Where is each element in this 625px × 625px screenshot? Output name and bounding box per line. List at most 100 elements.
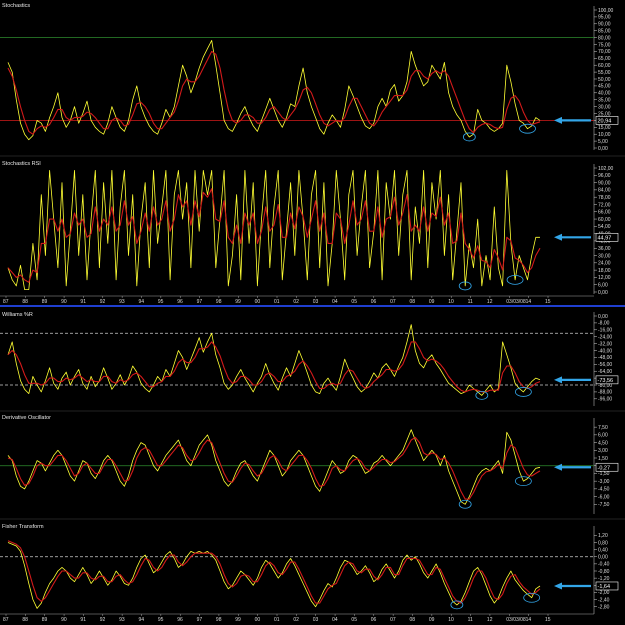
panel-title: Stochastics	[2, 3, 30, 9]
x-axis-bottom: 87 88 89 90 91 92 93 94 95 96 97 98 99 00 01 02 03 04 05 06…	[0, 613, 594, 623]
series-signal-line	[7, 436, 541, 500]
y-tick-label: 50,00	[598, 77, 611, 83]
y-tick-label: -2,80	[598, 604, 610, 610]
x-tick-label: 95	[158, 617, 164, 623]
y-tick-label: 78,00	[598, 195, 611, 201]
y-tick-label: -0,40	[598, 562, 610, 568]
y-tick-label: -7,50	[598, 502, 610, 508]
arrow-head-icon	[554, 116, 562, 124]
last-value-label: -0,27	[598, 465, 611, 471]
x-tick-label: 03/03/08	[506, 617, 526, 623]
y-tick-label: 65,00	[598, 56, 611, 62]
y-tick-label: 18,00	[598, 268, 611, 274]
y-tick-label: 60,00	[598, 63, 611, 69]
y-tick-label: 0,00	[598, 314, 608, 320]
y-tick-label: 1,20	[598, 533, 608, 539]
arrow-head-icon	[554, 376, 562, 384]
panel-title: Derivative Oscillator	[2, 415, 51, 421]
x-tick-label: 95	[158, 299, 164, 305]
y-tick-label: 6,00	[598, 433, 608, 439]
x-tick-label: 05	[351, 299, 357, 305]
x-tick-label: 96	[177, 617, 183, 623]
y-tick-label: 7,50	[598, 425, 608, 431]
x-tick-label: 15	[545, 617, 551, 623]
last-value-label: 20,94	[598, 118, 612, 124]
y-tick-label: 55,00	[598, 70, 611, 76]
x-tick-label: 89	[42, 617, 48, 623]
x-tick-label: 96	[177, 299, 183, 305]
y-tick-label: -96,00	[598, 397, 612, 403]
x-tick-label: 06	[371, 299, 377, 305]
y-tick-label: -3,00	[598, 479, 610, 485]
x-tick-label: 88	[22, 299, 28, 305]
x-tick-label: 00	[255, 617, 261, 623]
y-tick-label: 60,00	[598, 217, 611, 223]
y-tick-label: 102,00	[598, 166, 614, 172]
y-tick-label: -88,00	[598, 390, 612, 396]
y-tick-label: -1,20	[598, 576, 610, 582]
chart-svg: Stochastics100,0095,0090,0085,0080,0075,…	[0, 3, 625, 623]
x-tick-label: 90	[61, 299, 67, 305]
y-tick-label: 36,00	[598, 246, 611, 252]
y-tick-label: 0,00	[598, 290, 608, 296]
x-tick-label: 88	[22, 617, 28, 623]
y-tick-label: 5,00	[598, 139, 608, 145]
x-tick-label: 03/03/08	[506, 299, 526, 305]
x-tick-label: 93	[119, 299, 125, 305]
x-tick-label: 98	[216, 617, 222, 623]
y-tick-label: 90,00	[598, 22, 611, 28]
y-tick-label: -16,00	[598, 328, 612, 334]
x-tick-label: 97	[197, 299, 203, 305]
x-tick-label: 93	[119, 617, 125, 623]
y-tick-label: 0,00	[598, 146, 608, 152]
y-tick-label: -24,00	[598, 335, 612, 341]
y-tick-label: -48,00	[598, 355, 612, 361]
arrow-head-icon	[554, 233, 562, 241]
x-tick-label: 87	[3, 299, 9, 305]
y-tick-label: -2,40	[598, 597, 610, 603]
x-tick-label: 00	[255, 299, 261, 305]
x-tick-label: 02	[293, 299, 299, 305]
y-tick-label: -2,00	[598, 590, 610, 596]
y-tick-label: -32,00	[598, 341, 612, 347]
x-tick-label: 07	[390, 617, 396, 623]
x-tick-label: 92	[100, 299, 106, 305]
series-fast-line	[7, 40, 541, 141]
series-fast-line	[7, 429, 541, 505]
x-tick-label: 94	[139, 299, 145, 305]
series-fast-line	[7, 542, 541, 609]
x-tick-label: 12	[487, 617, 493, 623]
y-tick-label: 66,00	[598, 210, 611, 216]
y-tick-label: 30,00	[598, 253, 611, 259]
x-tick-label: 99	[235, 617, 241, 623]
y-tick-label: 12,00	[598, 275, 611, 281]
x-tick-label: 11	[468, 617, 473, 623]
x-tick-label: 98	[216, 299, 222, 305]
x-tick-label: 15	[545, 299, 551, 305]
y-tick-label: 30,00	[598, 104, 611, 110]
x-tick-label: 12	[487, 299, 493, 305]
y-tick-label: -0,80	[598, 569, 610, 575]
x-tick-label: 99	[235, 299, 241, 305]
x-tick-label: 03	[313, 617, 319, 623]
x-tick-label: 90	[61, 617, 67, 623]
x-tick-label: 87	[3, 617, 9, 623]
y-tick-label: 15,00	[598, 125, 611, 131]
y-tick-label: 90,00	[598, 180, 611, 186]
x-tick-label: 92	[100, 617, 106, 623]
x-tick-label: 05	[351, 617, 357, 623]
y-tick-label: 80,00	[598, 35, 611, 41]
series-signal-line	[7, 341, 541, 393]
panel-3: Williams %R 0,00-8,00-16,00-24,00-32,00-4…	[0, 312, 619, 406]
y-tick-label: 0,80	[598, 540, 608, 546]
arrow-head-icon	[554, 582, 562, 590]
y-tick-label: 45,00	[598, 84, 611, 90]
x-axis-top: 87 88 89 90 91 92 93 94 95 96 97 98 99 00 01 02 03 04 05 06…	[0, 295, 594, 305]
y-tick-label: -56,00	[598, 362, 612, 368]
panel-title: Stochastics RSI	[2, 161, 41, 167]
x-tick-label: 11	[468, 299, 473, 305]
x-tick-label: 10	[448, 299, 454, 305]
x-tick-label: 04	[332, 617, 338, 623]
arrow-head-icon	[554, 463, 562, 471]
x-tick-label: 97	[197, 617, 203, 623]
